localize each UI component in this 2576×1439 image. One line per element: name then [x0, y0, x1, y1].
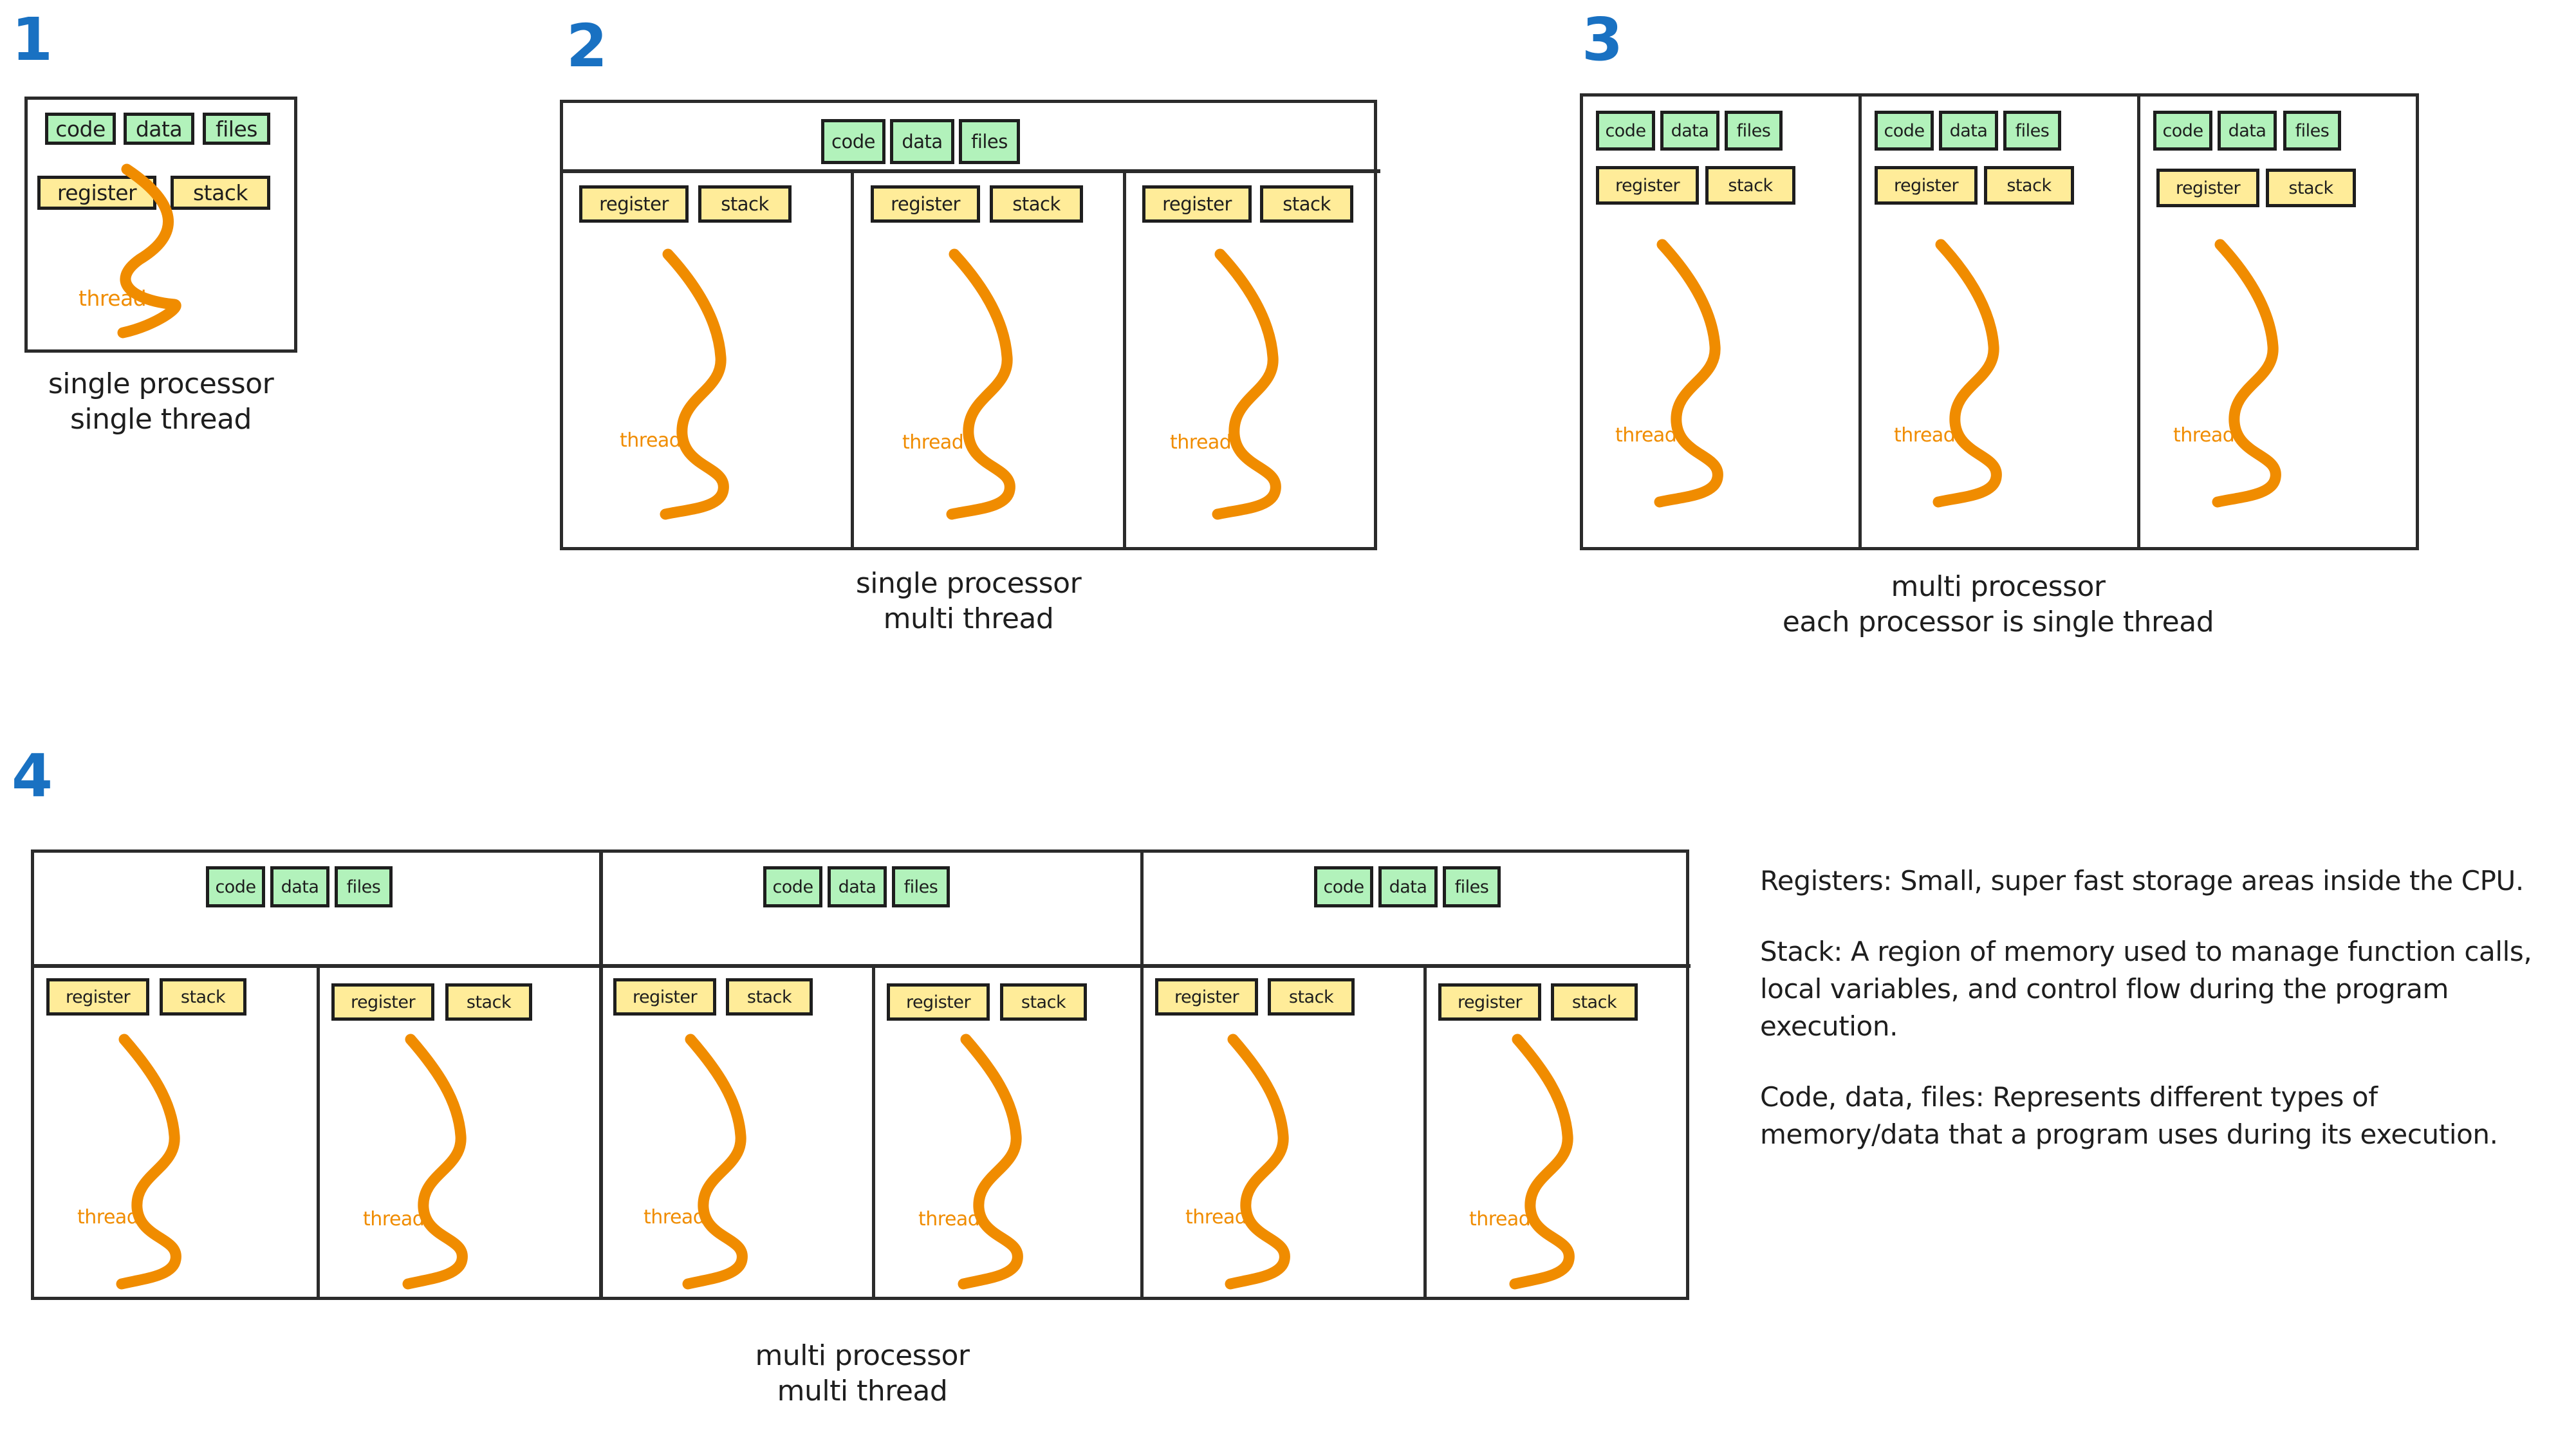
memory-chip-files: files	[335, 866, 393, 907]
memory-chip-code: code	[2153, 111, 2212, 151]
thread-label: thread	[79, 286, 147, 311]
thread-chip-register: register	[887, 983, 990, 1021]
thread-squiggle	[113, 163, 196, 339]
memory-chip-files: files	[892, 866, 950, 907]
panel-4-thread-divider	[317, 965, 320, 1300]
thread-squiggle	[943, 248, 1030, 521]
memory-chip-files: files	[959, 119, 1020, 164]
memory-chip-data: data	[1660, 111, 1719, 151]
thread-squiggle	[954, 1033, 1038, 1290]
memory-chip-code: code	[206, 866, 265, 907]
thread-chip-stack: stack	[160, 978, 246, 1016]
panel-1-caption: single processor single thread	[48, 367, 274, 436]
thread-label: thread	[363, 1208, 425, 1230]
thread-squiggle	[2209, 238, 2295, 508]
memory-chip-files: files	[1725, 111, 1783, 151]
panel-2-thread-divider-1	[851, 171, 854, 550]
panel-3-caption: multi processor each processor is single…	[1782, 570, 2214, 638]
panel-4-thread-divider	[872, 965, 875, 1300]
note-code-data-files: Code, data, files: Represents different …	[1760, 1081, 2498, 1150]
thread-label: thread	[644, 1206, 705, 1229]
thread-label: thread	[918, 1208, 980, 1230]
thread-squiggle	[1209, 248, 1295, 521]
memory-chip-data: data	[2218, 111, 2277, 151]
memory-chip-code: code	[45, 113, 116, 145]
thread-squiggle	[679, 1033, 763, 1290]
thread-label: thread	[1615, 424, 1677, 447]
thread-label: thread	[2173, 424, 2235, 447]
memory-chip-files: files	[2003, 111, 2061, 151]
thread-label: thread	[902, 431, 964, 454]
panel-2-number: 2	[566, 12, 607, 80]
panel-3-number: 3	[1582, 5, 1623, 74]
thread-chip-register: register	[46, 978, 149, 1016]
memory-chip-files: files	[1443, 866, 1501, 907]
legend-notes: Registers: Small, super fast storage are…	[1760, 862, 2558, 1153]
memory-chip-code: code	[763, 866, 822, 907]
panel-4-memory-divider	[1140, 964, 1691, 968]
thread-chip-register: register	[331, 983, 434, 1021]
memory-chip-code: code	[1314, 866, 1373, 907]
thread-label: thread	[77, 1206, 139, 1229]
thread-squiggle	[1929, 238, 2016, 508]
memory-chip-files: files	[203, 113, 270, 145]
thread-squiggle	[399, 1033, 483, 1290]
thread-chip-register: register	[871, 185, 980, 223]
thread-chip-stack: stack	[1984, 166, 2074, 205]
thread-chip-register: register	[1438, 983, 1541, 1021]
memory-chip-data: data	[890, 119, 954, 164]
note-registers: Registers: Small, super fast storage are…	[1760, 865, 2524, 896]
panel-4-number: 4	[12, 741, 53, 810]
panel-2-thread-divider-2	[1123, 171, 1126, 550]
memory-chip-data: data	[270, 866, 329, 907]
thread-chip-stack: stack	[1551, 983, 1638, 1021]
thread-squiggle	[1221, 1033, 1305, 1290]
memory-chip-data: data	[124, 113, 194, 145]
thread-label: thread	[620, 429, 681, 452]
thread-squiggle	[113, 1033, 196, 1290]
thread-chip-stack: stack	[2266, 169, 2356, 207]
panel-4-thread-divider	[1423, 965, 1427, 1300]
thread-chip-register: register	[1596, 166, 1699, 205]
memory-chip-files: files	[2283, 111, 2341, 151]
thread-squiggle	[1506, 1033, 1589, 1290]
thread-chip-register: register	[613, 978, 716, 1016]
memory-chip-code: code	[821, 119, 885, 164]
thread-squiggle	[1651, 238, 1737, 508]
thread-chip-register: register	[1875, 166, 1978, 205]
thread-chip-stack: stack	[1000, 983, 1087, 1021]
thread-chip-register: register	[1142, 185, 1252, 223]
memory-chip-data: data	[828, 866, 887, 907]
panel-4-caption: multi processor multi thread	[755, 1339, 970, 1407]
panel-1-number: 1	[12, 5, 53, 74]
thread-chip-register: register	[1155, 978, 1258, 1016]
thread-chip-stack: stack	[990, 185, 1083, 223]
thread-squiggle	[656, 248, 743, 521]
thread-label: thread	[1469, 1208, 1531, 1230]
thread-chip-stack: stack	[1705, 166, 1795, 205]
thread-chip-stack: stack	[698, 185, 792, 223]
thread-chip-stack: stack	[445, 983, 532, 1021]
thread-label: thread	[1170, 431, 1232, 454]
thread-chip-stack: stack	[1260, 185, 1353, 223]
thread-chip-stack: stack	[726, 978, 813, 1016]
memory-chip-code: code	[1875, 111, 1934, 151]
memory-chip-data: data	[1939, 111, 1998, 151]
note-stack: Stack: A region of memory used to manage…	[1760, 935, 2532, 1042]
panel-2-caption: single processor multi thread	[855, 567, 1082, 635]
panel-2-memory-divider	[560, 169, 1380, 173]
thread-chip-register: register	[2156, 169, 2259, 207]
memory-chip-data: data	[1378, 866, 1438, 907]
thread-chip-stack: stack	[1268, 978, 1355, 1016]
thread-chip-register: register	[579, 185, 689, 223]
thread-label: thread	[1894, 424, 1956, 447]
memory-chip-code: code	[1596, 111, 1655, 151]
thread-label: thread	[1185, 1206, 1247, 1229]
